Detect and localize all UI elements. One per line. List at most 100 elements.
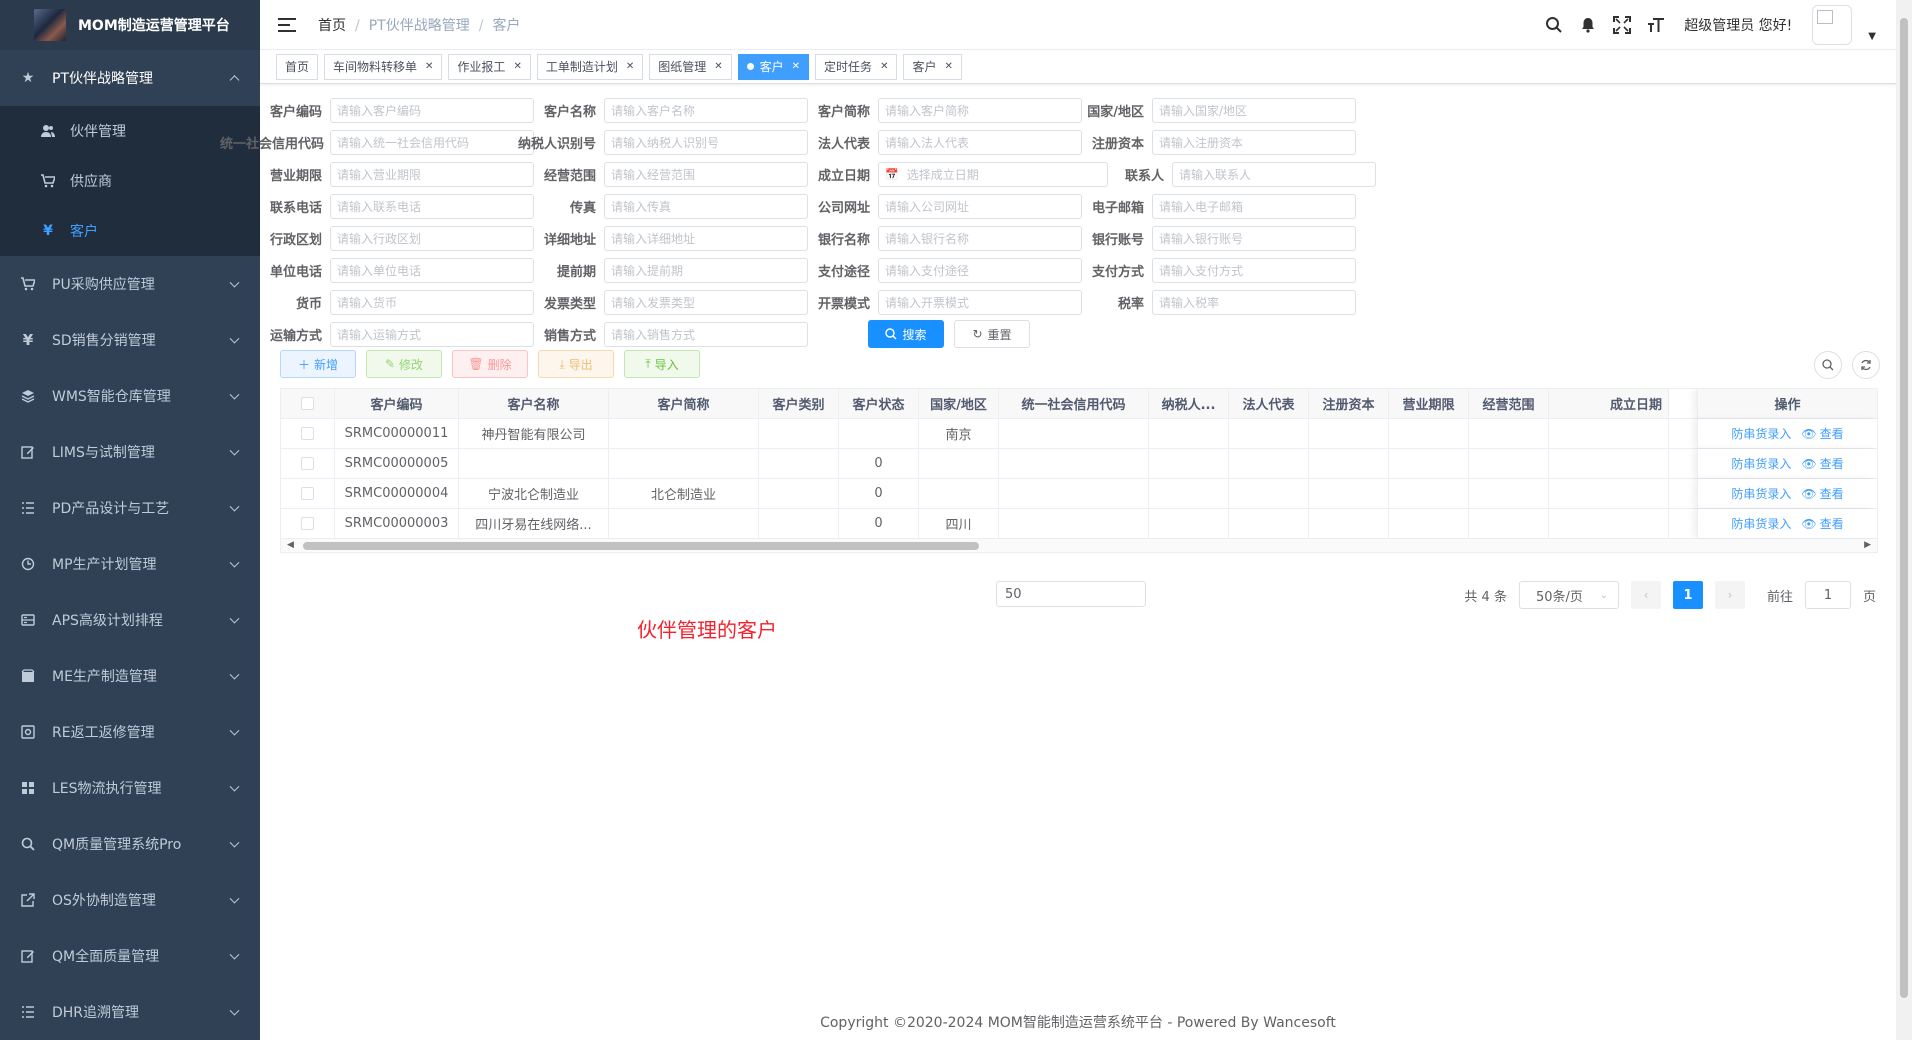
- column-header[interactable]: 注册资本: [1309, 389, 1389, 418]
- breadcrumb-home[interactable]: 首页: [318, 18, 346, 34]
- view-link[interactable]: 👁 查看: [1801, 515, 1843, 532]
- page-size-select[interactable]: 50条/页 ⌄: [1518, 581, 1619, 609]
- sidebar-menu-item[interactable]: LIMS与试制管理: [0, 424, 260, 480]
- tag-item[interactable]: 图纸管理 ✕: [649, 53, 732, 80]
- add-button[interactable]: ＋新增: [280, 350, 356, 378]
- sidebar-menu-item[interactable]: PD产品设计与工艺: [0, 480, 260, 536]
- row-select-cell[interactable]: [281, 419, 335, 448]
- column-header[interactable]: 客户编码: [335, 389, 459, 418]
- select-all-cell[interactable]: [281, 389, 335, 418]
- view-link[interactable]: 👁 查看: [1801, 425, 1843, 442]
- checkbox[interactable]: [301, 457, 314, 470]
- form-input[interactable]: 请输入支付方式: [1152, 257, 1356, 283]
- vertical-scrollbar[interactable]: [1896, 0, 1912, 1040]
- close-icon[interactable]: ✕: [714, 55, 722, 79]
- tag-item[interactable]: 首页: [276, 53, 319, 80]
- delete-button[interactable]: 🗑 删除: [452, 350, 528, 378]
- sidebar-menu-item[interactable]: DHR追溯管理: [0, 984, 260, 1040]
- sidebar-menu-item[interactable]: WMS智能仓库管理: [0, 368, 260, 424]
- sidebar-menu-item[interactable]: ME生产制造管理: [0, 648, 260, 704]
- sidebar-menu-item[interactable]: QM质量管理系统Pro: [0, 816, 260, 872]
- form-input[interactable]: 请输入电子邮箱: [1152, 193, 1356, 219]
- close-icon[interactable]: ✕: [792, 55, 800, 79]
- column-header[interactable]: 法人代表: [1229, 389, 1309, 418]
- table-row[interactable]: SRMC00000005 0 防串货录入 👁 查看: [281, 449, 1877, 479]
- checkbox[interactable]: [301, 517, 314, 530]
- row-select-cell[interactable]: [281, 509, 335, 538]
- anti-fleeing-link[interactable]: 防串货录入: [1731, 455, 1791, 472]
- scroll-right-icon[interactable]: ▶: [1864, 540, 1871, 550]
- form-input[interactable]: 请输入销售方式: [604, 321, 808, 347]
- column-header[interactable]: 统一社会信用代码: [999, 389, 1149, 418]
- prev-page-button[interactable]: ‹: [1630, 581, 1661, 609]
- fullscreen-icon[interactable]: [1612, 15, 1632, 35]
- anti-fleeing-link[interactable]: 防串货录入: [1731, 485, 1791, 502]
- avatar[interactable]: [1812, 5, 1853, 45]
- brand[interactable]: MOM制造运营管理平台: [0, 0, 260, 50]
- column-header[interactable]: 客户类别: [759, 389, 839, 418]
- font-size-icon[interactable]: [1646, 15, 1666, 35]
- sidebar-menu-item[interactable]: QM全面质量管理: [0, 928, 260, 984]
- edit-button[interactable]: ✎ 修改: [366, 350, 442, 378]
- close-icon[interactable]: ✕: [513, 55, 521, 79]
- breadcrumb-item[interactable]: PT伙伴战略管理: [369, 18, 470, 34]
- search-button[interactable]: 搜索: [868, 320, 944, 348]
- tag-item[interactable]: 车间物料转移单 ✕: [324, 53, 443, 80]
- user-greeting[interactable]: 超级管理员 您好!: [1684, 15, 1792, 35]
- sidebar-menu-item[interactable]: MP生产计划管理: [0, 536, 260, 592]
- bell-icon[interactable]: [1578, 15, 1598, 35]
- goto-page-input[interactable]: 1: [1804, 581, 1851, 609]
- checkbox[interactable]: [301, 397, 314, 410]
- sidebar-menu-item[interactable]: RE返工返修管理: [0, 704, 260, 760]
- close-icon[interactable]: ✕: [425, 55, 433, 79]
- scroll-thumb[interactable]: [303, 542, 979, 550]
- close-icon[interactable]: ✕: [944, 55, 952, 79]
- anti-fleeing-link[interactable]: 防串货录入: [1731, 515, 1791, 532]
- caret-down-icon[interactable]: ▼: [1868, 31, 1876, 42]
- column-header[interactable]: 经营范围: [1469, 389, 1549, 418]
- hamburger-icon[interactable]: [278, 17, 296, 32]
- search-icon[interactable]: [1544, 15, 1564, 35]
- sidebar-menu-item[interactable]: OS外协制造管理: [0, 872, 260, 928]
- sidebar-menu-item[interactable]: APS高级计划排程: [0, 592, 260, 648]
- view-link[interactable]: 👁 查看: [1801, 455, 1843, 472]
- table-row[interactable]: SRMC00000003 四川牙易在线网络... 0 四川 防串货录入 👁 查看: [281, 509, 1877, 539]
- table-row[interactable]: SRMC00000011 神丹智能有限公司 南京 防串货录入 👁 查看: [281, 419, 1877, 449]
- tag-item[interactable]: 客户 ✕: [903, 53, 962, 80]
- horizontal-scrollbar[interactable]: ◀ ▶: [281, 539, 1877, 553]
- next-page-button[interactable]: ›: [1714, 581, 1745, 609]
- form-input[interactable]: 请输入国家/地区: [1152, 97, 1356, 123]
- column-header[interactable]: 客户简称: [609, 389, 759, 418]
- scroll-left-icon[interactable]: ◀: [287, 540, 294, 550]
- page-number[interactable]: 1: [1672, 581, 1703, 609]
- column-header[interactable]: 纳税人...: [1149, 389, 1229, 418]
- column-header[interactable]: 客户状态: [839, 389, 919, 418]
- view-link[interactable]: 👁 查看: [1801, 485, 1843, 502]
- tag-item[interactable]: 定时任务 ✕: [815, 53, 898, 80]
- close-icon[interactable]: ✕: [880, 55, 888, 79]
- refresh-button[interactable]: [1852, 351, 1880, 379]
- form-input[interactable]: 请输入注册资本: [1152, 129, 1356, 155]
- row-select-cell[interactable]: [281, 449, 335, 478]
- form-input[interactable]: 请输入税率: [1152, 289, 1356, 315]
- tag-item[interactable]: 工单制造计划 ✕: [536, 53, 644, 80]
- reset-button[interactable]: ↻ 重置: [954, 320, 1030, 348]
- anti-fleeing-link[interactable]: 防串货录入: [1731, 425, 1791, 442]
- import-button[interactable]: ⤒ 导入: [624, 350, 700, 378]
- close-icon[interactable]: ✕: [626, 55, 634, 79]
- column-header[interactable]: 成立日期: [1549, 389, 1669, 418]
- sidebar-menu-item[interactable]: LES物流执行管理: [0, 760, 260, 816]
- checkbox[interactable]: [301, 427, 314, 440]
- table-row[interactable]: SRMC00000004 宁波北仑制造业 北仑制造业 0 防串货录入 👁 查看: [281, 479, 1877, 509]
- export-button[interactable]: ⤓ 导出: [538, 350, 614, 378]
- column-header[interactable]: 国家/地区: [919, 389, 999, 418]
- checkbox[interactable]: [301, 487, 314, 500]
- row-select-cell[interactable]: [281, 479, 335, 508]
- column-header[interactable]: 营业期限: [1389, 389, 1469, 418]
- search-toggle-button[interactable]: [1814, 351, 1842, 379]
- column-header[interactable]: 客户名称: [459, 389, 609, 418]
- page-jump-input[interactable]: 50: [996, 581, 1146, 607]
- form-input[interactable]: 请输入联系人: [1172, 161, 1376, 187]
- tag-item[interactable]: 客户 ✕: [737, 53, 810, 80]
- form-input[interactable]: 请输入银行账号: [1152, 225, 1356, 251]
